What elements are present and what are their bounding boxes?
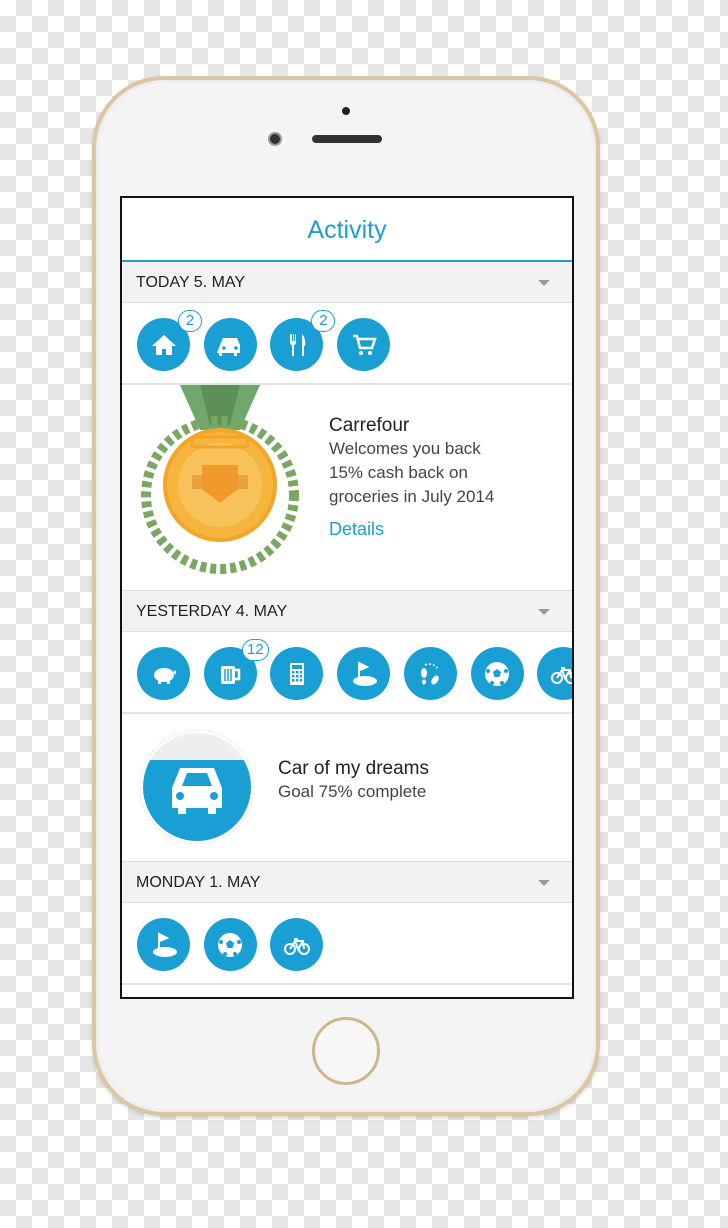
- bicycle-activity-button[interactable]: [270, 918, 324, 971]
- soccer-ball-activity-button[interactable]: [203, 918, 257, 971]
- reward-card[interactable]: Carrefour Welcomes you back 15% cash bac…: [122, 385, 572, 591]
- section-header-monday[interactable]: MONDAY 1. MAY: [122, 862, 572, 903]
- home-activity-button[interactable]: 2: [137, 310, 202, 371]
- page-title: Activity: [122, 198, 572, 262]
- caret-down-icon[interactable]: [538, 609, 550, 615]
- caret-down-icon[interactable]: [538, 280, 550, 286]
- caret-down-icon[interactable]: [538, 880, 550, 886]
- section-label: YESTERDAY 4. MAY: [136, 603, 288, 620]
- calculator-activity-button[interactable]: [270, 647, 324, 700]
- count-badge: 2: [178, 310, 202, 332]
- medal-icon: [141, 385, 299, 574]
- reward-line: Welcomes you back: [329, 439, 481, 458]
- golf-icon: [352, 660, 377, 686]
- golf-activity-button[interactable]: [137, 918, 190, 971]
- piggy-bank-icon: [153, 667, 176, 684]
- golf-activity-button[interactable]: [337, 647, 391, 700]
- soccer-ball-activity-button[interactable]: [470, 647, 524, 700]
- reward-line: groceries in July 2014: [329, 487, 495, 506]
- goal-progress-car-icon: [139, 729, 255, 845]
- details-link[interactable]: Details: [329, 519, 494, 540]
- sensor: [342, 107, 350, 115]
- speaker: [312, 135, 382, 143]
- front-camera: [268, 132, 282, 146]
- icon-row: 12: [122, 632, 572, 714]
- beer-mug-icon: [221, 665, 241, 684]
- goal-title: Car of my dreams: [278, 758, 429, 779]
- section-label: TODAY 5. MAY: [136, 274, 246, 291]
- section-header-yesterday[interactable]: YESTERDAY 4. MAY: [122, 591, 572, 632]
- soccer-ball-icon: [485, 661, 509, 686]
- fork-knife-activity-button[interactable]: 2: [270, 310, 336, 371]
- car-activity-button[interactable]: [203, 318, 257, 371]
- soccer-ball-icon: [218, 932, 243, 957]
- home-icon: [151, 334, 176, 355]
- bicycle-icon: [283, 937, 310, 955]
- piggy-bank-activity-button[interactable]: [137, 647, 190, 700]
- bicycle-activity-button[interactable]: [537, 647, 572, 700]
- footsteps-icon: [421, 662, 440, 684]
- bicycle-icon: [550, 666, 572, 684]
- count-badge: 2: [311, 310, 336, 332]
- reward-line: 15% cash back on: [329, 463, 468, 482]
- fork-knife-icon: [289, 333, 306, 356]
- section-header-today[interactable]: TODAY 5. MAY: [122, 262, 572, 303]
- home-button[interactable]: [312, 1017, 380, 1085]
- icon-row: [122, 903, 572, 985]
- shopping-cart-activity-button[interactable]: [337, 318, 391, 371]
- app-screen: Activity TODAY 5. MAY 22 Carrefour Welco…: [120, 196, 574, 999]
- calculator-icon: [289, 662, 304, 685]
- goal-text: Goal 75% complete: [278, 782, 427, 801]
- icon-row: 22: [122, 303, 572, 385]
- section-label: MONDAY 1. MAY: [136, 874, 261, 891]
- car-icon: [217, 337, 241, 356]
- footsteps-activity-button[interactable]: [403, 647, 457, 700]
- golf-icon: [152, 931, 177, 957]
- reward-title: Carrefour: [329, 415, 410, 436]
- goal-card[interactable]: Car of my dreams Goal 75% complete: [122, 714, 572, 862]
- shopping-cart-icon: [352, 334, 377, 355]
- beer-mug-activity-button[interactable]: 12: [203, 639, 269, 700]
- count-badge: 12: [242, 639, 269, 661]
